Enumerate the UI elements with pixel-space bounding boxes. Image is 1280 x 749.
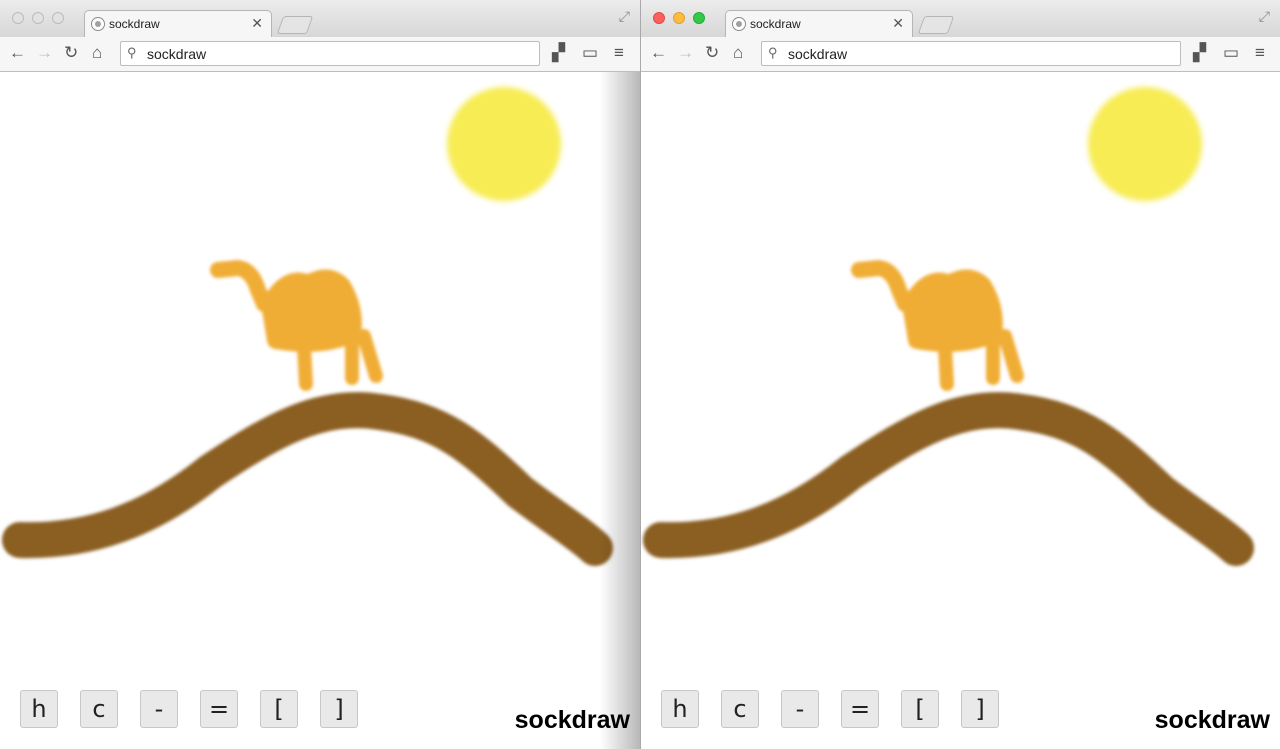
key-button-h[interactable]: h bbox=[20, 690, 58, 728]
fullscreen-icon[interactable]: ⤢ bbox=[619, 8, 630, 25]
key-button-right-bracket[interactable]: ] bbox=[961, 690, 999, 728]
new-tab-button[interactable] bbox=[917, 16, 955, 34]
drawing-canvas[interactable] bbox=[0, 72, 640, 749]
address-text: sockdraw bbox=[788, 46, 848, 62]
extension-icon[interactable]: ▞ bbox=[552, 43, 565, 63]
search-icon: ⚲ bbox=[768, 45, 778, 60]
hill bbox=[2, 392, 613, 566]
key-button-equals[interactable]: = bbox=[841, 690, 879, 728]
home-icon[interactable]: ⌂ bbox=[733, 43, 743, 63]
cast-icon[interactable]: ▭ bbox=[582, 43, 598, 63]
key-button-equals[interactable]: = bbox=[200, 690, 238, 728]
globe-icon bbox=[732, 17, 746, 31]
brand-label: sockdraw bbox=[514, 706, 630, 734]
tab-sockdraw[interactable]: sockdraw ✕ bbox=[84, 10, 272, 37]
close-window-button[interactable] bbox=[12, 12, 24, 24]
key-button-minus[interactable]: - bbox=[781, 690, 819, 728]
tab-title: sockdraw bbox=[109, 17, 160, 31]
tab-strip: sockdraw ✕ ⤢ bbox=[641, 0, 1280, 37]
sun bbox=[1088, 87, 1202, 201]
tab-title: sockdraw bbox=[750, 17, 801, 31]
address-bar[interactable]: ⚲ sockdraw bbox=[761, 41, 1181, 66]
drawing-canvas[interactable] bbox=[641, 72, 1280, 749]
extension-icon[interactable]: ▞ bbox=[1193, 43, 1206, 63]
forward-arrow-icon[interactable]: → bbox=[36, 43, 53, 63]
minimize-window-button[interactable] bbox=[32, 12, 44, 24]
hill bbox=[643, 392, 1254, 566]
browser-toolbar: ← → ↻ ⌂ ⚲ sockdraw ▞ ▭ ≡ bbox=[641, 37, 1280, 72]
address-text: sockdraw bbox=[147, 46, 207, 62]
brand-label: sockdraw bbox=[1154, 706, 1270, 734]
sun bbox=[447, 87, 561, 201]
window-controls bbox=[653, 12, 705, 24]
tab-strip: sockdraw ✕ ⤢ bbox=[0, 0, 640, 37]
camel bbox=[851, 260, 1024, 391]
key-button-minus[interactable]: - bbox=[140, 690, 178, 728]
zoom-window-button[interactable] bbox=[52, 12, 64, 24]
browser-window-right: sockdraw ✕ ⤢ ← → ↻ ⌂ ⚲ sockdraw ▞ ▭ ≡ h … bbox=[640, 0, 1280, 749]
cast-icon[interactable]: ▭ bbox=[1223, 43, 1239, 63]
browser-toolbar: ← → ↻ ⌂ ⚲ sockdraw ▞ ▭ ≡ bbox=[0, 37, 640, 72]
reload-icon[interactable]: ↻ bbox=[705, 43, 719, 63]
minimize-window-button[interactable] bbox=[673, 12, 685, 24]
camel bbox=[210, 260, 383, 391]
globe-icon bbox=[91, 17, 105, 31]
key-button-h[interactable]: h bbox=[661, 690, 699, 728]
key-button-c[interactable]: c bbox=[721, 690, 759, 728]
back-arrow-icon[interactable]: ← bbox=[9, 43, 26, 63]
address-bar[interactable]: ⚲ sockdraw bbox=[120, 41, 540, 66]
close-window-button[interactable] bbox=[653, 12, 665, 24]
window-controls bbox=[12, 12, 64, 24]
new-tab-button[interactable] bbox=[276, 16, 314, 34]
search-icon: ⚲ bbox=[127, 45, 137, 60]
key-button-c[interactable]: c bbox=[80, 690, 118, 728]
menu-icon[interactable]: ≡ bbox=[1255, 43, 1265, 63]
back-arrow-icon[interactable]: ← bbox=[650, 43, 667, 63]
fullscreen-icon[interactable]: ⤢ bbox=[1259, 8, 1270, 25]
home-icon[interactable]: ⌂ bbox=[92, 43, 102, 63]
key-button-right-bracket[interactable]: ] bbox=[320, 690, 358, 728]
menu-icon[interactable]: ≡ bbox=[614, 43, 624, 63]
close-icon[interactable]: ✕ bbox=[892, 15, 904, 32]
close-icon[interactable]: ✕ bbox=[251, 15, 263, 32]
zoom-window-button[interactable] bbox=[693, 12, 705, 24]
key-button-left-bracket[interactable]: [ bbox=[901, 690, 939, 728]
forward-arrow-icon[interactable]: → bbox=[677, 43, 694, 63]
reload-icon[interactable]: ↻ bbox=[64, 43, 78, 63]
key-button-left-bracket[interactable]: [ bbox=[260, 690, 298, 728]
browser-window-left: sockdraw ✕ ⤢ ← → ↻ ⌂ ⚲ sockdraw ▞ ▭ ≡ h … bbox=[0, 0, 640, 749]
tab-sockdraw[interactable]: sockdraw ✕ bbox=[725, 10, 913, 37]
